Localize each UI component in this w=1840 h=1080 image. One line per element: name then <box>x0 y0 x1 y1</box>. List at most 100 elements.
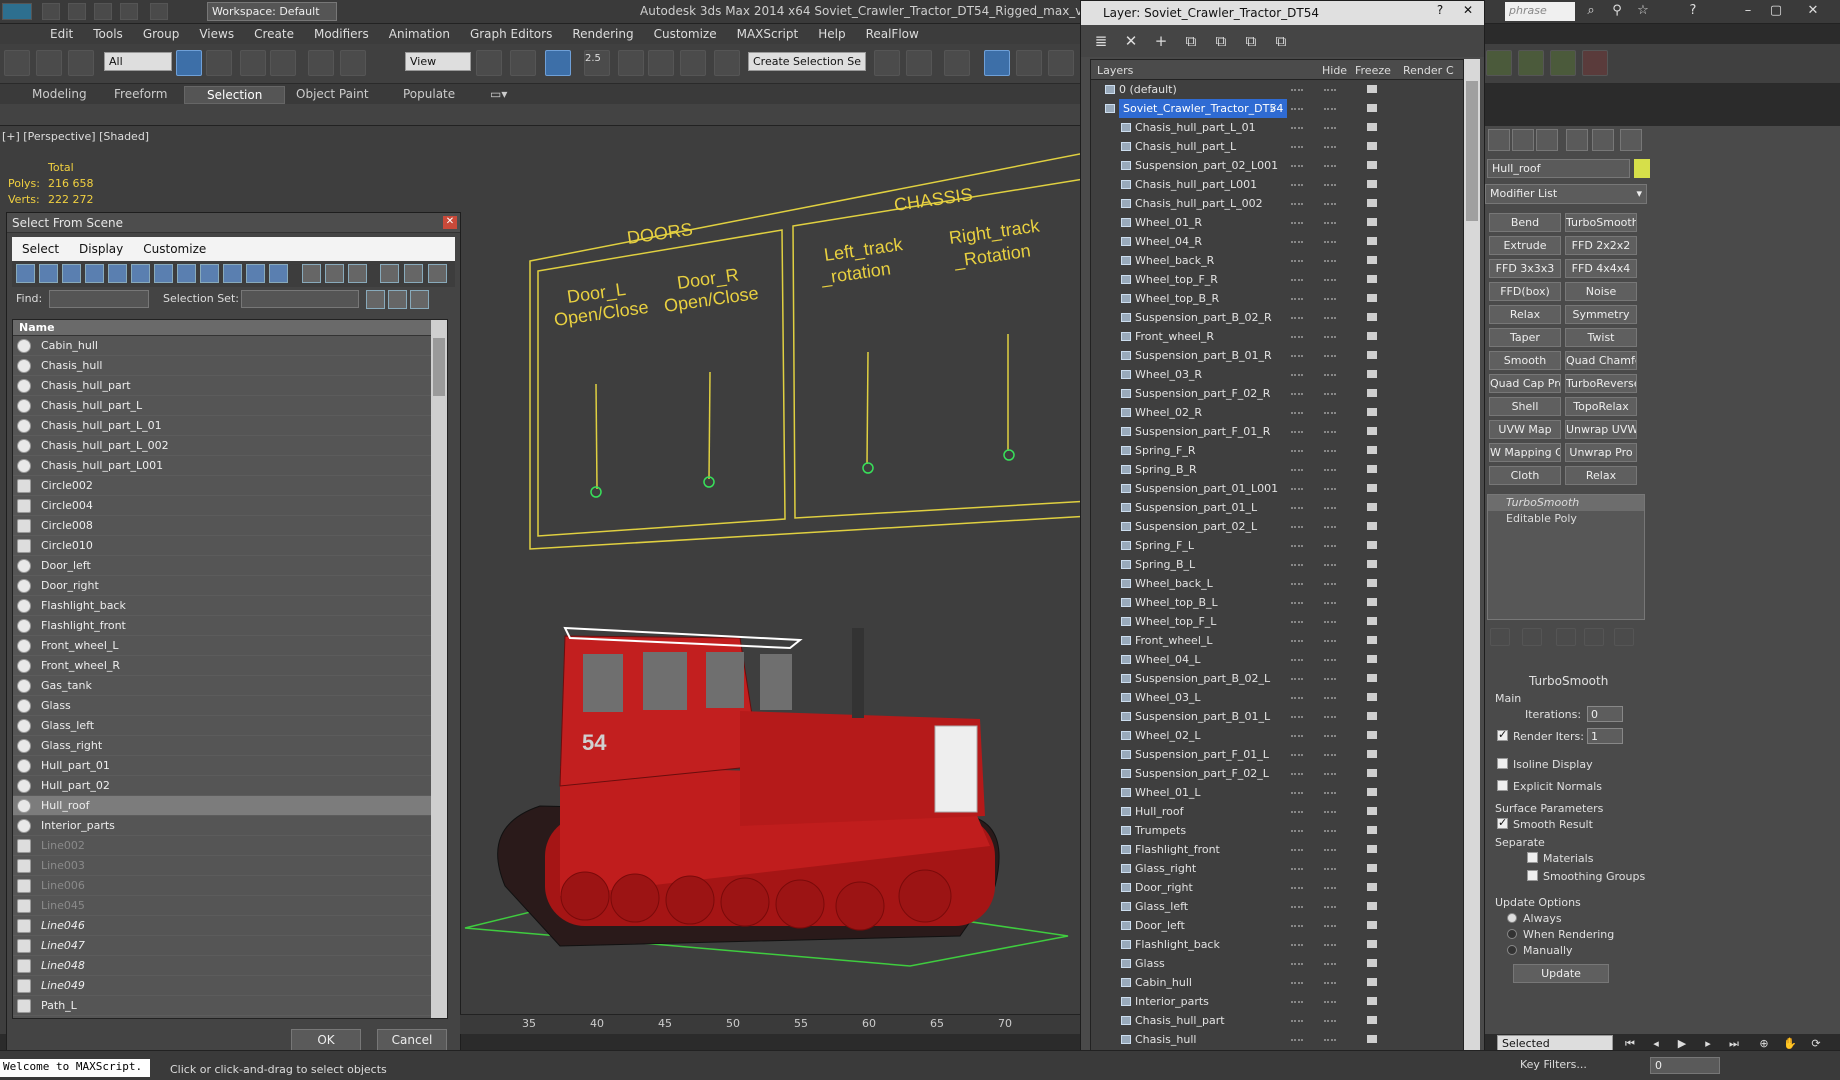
delete-layer-icon[interactable]: ✕ <box>1123 33 1139 49</box>
freeze-toggle[interactable] <box>1324 450 1336 452</box>
render-setup-icon[interactable] <box>1486 50 1512 76</box>
render-toggle-icon[interactable] <box>1367 883 1377 891</box>
help-icon[interactable]: ? <box>1680 2 1706 20</box>
graphite-toolbar-icon[interactable] <box>1016 50 1042 76</box>
list-item[interactable]: Cabin_hull <box>13 336 447 356</box>
freeze-toggle[interactable] <box>1324 298 1336 300</box>
render-production-icon[interactable] <box>1550 50 1576 76</box>
layer-object-row[interactable]: Glass_right <box>1091 859 1463 878</box>
layer-object-row[interactable]: Suspension_part_B_02_R <box>1091 308 1463 327</box>
dialog-title-bar[interactable]: Select From Scene ✕ <box>7 213 460 233</box>
freeze-toggle[interactable] <box>1324 222 1336 224</box>
list-item[interactable]: Line047 <box>13 936 447 956</box>
hide-toggle[interactable] <box>1291 108 1303 110</box>
freeze-toggle[interactable] <box>1324 1001 1336 1003</box>
remove-modifier-icon[interactable] <box>1584 628 1604 646</box>
stack-item-turbosmooth[interactable]: TurboSmooth <box>1488 495 1644 511</box>
list-item[interactable]: Line045 <box>13 896 447 916</box>
freeze-toggle[interactable] <box>1324 146 1336 148</box>
selection-filter-dropdown[interactable]: All <box>104 52 172 71</box>
render-toggle-icon[interactable] <box>1367 85 1377 93</box>
column-header-color[interactable]: C <box>1446 64 1454 77</box>
hide-toggle[interactable] <box>1291 659 1303 661</box>
render-toggle-icon[interactable] <box>1367 389 1377 397</box>
layer-object-row[interactable]: Wheel_back_R <box>1091 251 1463 270</box>
star-icon[interactable]: ☆ <box>1630 2 1656 20</box>
hide-toggle[interactable] <box>1291 697 1303 699</box>
list-item[interactable]: Circle010 <box>13 536 447 556</box>
layer-object-row[interactable]: Wheel_back_L <box>1091 574 1463 593</box>
hide-toggle[interactable] <box>1291 944 1303 946</box>
freeze-toggle[interactable] <box>1324 716 1336 718</box>
layer-object-row[interactable]: Wheel_04_R <box>1091 232 1463 251</box>
layer-object-row[interactable]: Suspension_part_01_L001 <box>1091 479 1463 498</box>
freeze-toggle[interactable] <box>1324 868 1336 870</box>
menu-display[interactable]: Display <box>69 237 133 261</box>
render-toggle-icon[interactable] <box>1367 275 1377 283</box>
hide-toggle[interactable] <box>1291 754 1303 756</box>
mirror-icon[interactable] <box>874 50 900 76</box>
render-toggle-icon[interactable] <box>1367 446 1377 454</box>
list-item[interactable]: Glass_left <box>13 716 447 736</box>
hide-toggle[interactable] <box>1291 336 1303 338</box>
layer-object-row[interactable]: Interior_parts <box>1091 992 1463 1011</box>
freeze-toggle[interactable] <box>1324 526 1336 528</box>
hide-toggle[interactable] <box>1291 450 1303 452</box>
render-toggle-icon[interactable] <box>1367 1035 1377 1043</box>
list-item[interactable]: Door_right <box>13 576 447 596</box>
column-header-name[interactable]: Name <box>13 320 447 336</box>
go-to-end-icon[interactable]: ⏭ <box>1726 1037 1742 1051</box>
layer-object-row[interactable]: Suspension_part_F_02_R <box>1091 384 1463 403</box>
app-logo-icon[interactable] <box>2 3 32 20</box>
hide-toggle[interactable] <box>1291 127 1303 129</box>
layer-tree[interactable]: Layers Hide Freeze Render C 0 (default) S… <box>1090 59 1464 1059</box>
display-helpers-icon[interactable] <box>108 264 127 283</box>
list-item[interactable]: Hull_part_01 <box>13 756 447 776</box>
render-toggle-icon[interactable] <box>1367 256 1377 264</box>
hide-toggle[interactable] <box>1291 317 1303 319</box>
modifier-stack[interactable]: TurboSmooth Editable Poly <box>1487 494 1645 620</box>
when-rendering-radio[interactable] <box>1507 929 1517 939</box>
show-end-result-icon[interactable] <box>1522 628 1542 646</box>
find-input[interactable] <box>49 290 149 308</box>
render-toggle-icon[interactable] <box>1367 1016 1377 1024</box>
orbit-icon[interactable]: ⟳ <box>1808 1037 1824 1051</box>
freeze-toggle[interactable] <box>1324 659 1336 661</box>
freeze-toggle[interactable] <box>1324 412 1336 414</box>
layer-object-row[interactable]: Suspension_part_B_01_R <box>1091 346 1463 365</box>
realflow-icon[interactable] <box>1582 50 1608 76</box>
hide-toggle[interactable] <box>1291 298 1303 300</box>
layer-object-row[interactable]: Chasis_hull_part <box>1091 1011 1463 1030</box>
play-icon[interactable]: ▶ <box>1674 1037 1690 1051</box>
pin-stack-icon[interactable] <box>1490 628 1510 646</box>
zoom-extents-icon[interactable]: ⊕ <box>1756 1037 1772 1051</box>
layer-object-row[interactable]: Flashlight_front <box>1091 840 1463 859</box>
percent-snap-icon[interactable] <box>648 50 674 76</box>
layer-object-row[interactable]: Suspension_part_F_01_L <box>1091 745 1463 764</box>
configure-modifier-sets-icon[interactable] <box>1614 628 1634 646</box>
render-toggle-icon[interactable] <box>1367 712 1377 720</box>
layer-object-row[interactable]: Door_right <box>1091 878 1463 897</box>
freeze-toggle[interactable] <box>1324 963 1336 965</box>
isoline-display-checkbox[interactable] <box>1497 758 1508 769</box>
hide-toggle[interactable] <box>1291 830 1303 832</box>
render-toggle-icon[interactable] <box>1367 313 1377 321</box>
object-color-swatch[interactable] <box>1634 159 1650 178</box>
column-header-layers[interactable]: Layers <box>1097 64 1133 77</box>
modifier-button[interactable]: TurboSmooth <box>1565 213 1637 232</box>
freeze-toggle[interactable] <box>1324 317 1336 319</box>
menu-edit[interactable]: Edit <box>40 24 83 44</box>
make-unique-icon[interactable] <box>1556 628 1576 646</box>
render-toggle-icon[interactable] <box>1367 636 1377 644</box>
modifier-button[interactable]: FFD 3x3x3 <box>1489 259 1561 278</box>
modifier-button[interactable]: FFD(box) <box>1489 282 1561 301</box>
render-toggle-icon[interactable] <box>1367 522 1377 530</box>
render-toggle-icon[interactable] <box>1367 902 1377 910</box>
window-crossing-icon[interactable] <box>270 50 296 76</box>
display-shapes-icon[interactable] <box>39 264 58 283</box>
freeze-toggle[interactable] <box>1324 507 1336 509</box>
render-toggle-icon[interactable] <box>1367 997 1377 1005</box>
display-xrefs-icon[interactable] <box>177 264 196 283</box>
modifier-button[interactable]: TopoRelax <box>1565 397 1637 416</box>
render-toggle-icon[interactable] <box>1367 541 1377 549</box>
